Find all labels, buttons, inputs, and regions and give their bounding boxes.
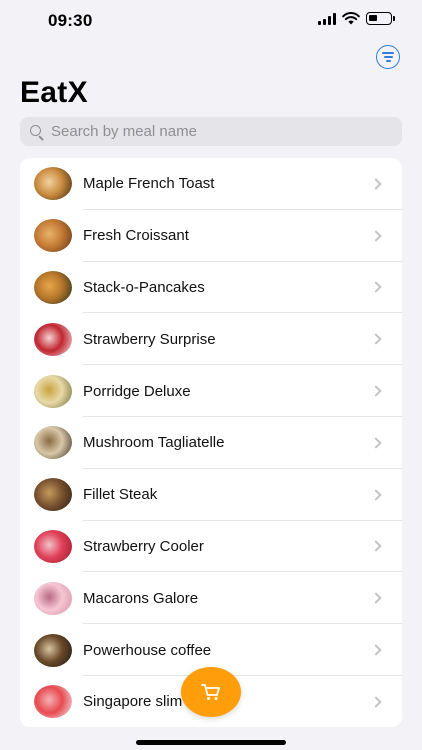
page-title: EatX bbox=[20, 76, 88, 109]
battery-icon bbox=[366, 12, 395, 25]
meal-thumbnail bbox=[34, 219, 72, 253]
chevron-right-icon bbox=[370, 540, 382, 553]
chevron-right-icon bbox=[370, 644, 382, 656]
cellular-signal-icon bbox=[318, 12, 336, 25]
meal-thumbnail bbox=[34, 374, 72, 408]
meal-name: Fresh Croissant bbox=[83, 227, 189, 245]
chevron-right-icon bbox=[370, 489, 382, 501]
filter-button[interactable] bbox=[376, 45, 400, 69]
meal-row[interactable]: Maple French Toast bbox=[20, 158, 402, 210]
meal-thumbnail bbox=[34, 322, 72, 356]
meal-name: Strawberry Surprise bbox=[83, 330, 216, 348]
home-indicator bbox=[136, 740, 286, 745]
cart-icon bbox=[201, 684, 220, 700]
chevron-right-icon bbox=[370, 333, 382, 345]
meal-name: Mushroom Tagliatelle bbox=[83, 434, 225, 452]
status-icons bbox=[318, 12, 395, 25]
wifi-icon bbox=[342, 12, 360, 25]
search-input[interactable] bbox=[51, 123, 381, 140]
meal-row[interactable]: Fresh Croissant bbox=[20, 210, 402, 262]
chevron-right-icon bbox=[370, 178, 382, 190]
meal-name: Macarons Galore bbox=[83, 589, 199, 607]
meal-name: Powerhouse coffee bbox=[83, 641, 212, 659]
meal-name: Maple French Toast bbox=[83, 175, 215, 193]
meal-name: Porridge Deluxe bbox=[83, 382, 191, 400]
filter-icon bbox=[382, 52, 394, 55]
meal-thumbnail bbox=[34, 581, 72, 615]
chevron-right-icon bbox=[370, 437, 382, 449]
meal-thumbnail bbox=[34, 167, 72, 201]
meal-name: Stack-o-Pancakes bbox=[83, 278, 205, 296]
chevron-right-icon bbox=[370, 230, 382, 242]
status-bar: 09:30 bbox=[0, 0, 422, 44]
meal-thumbnail bbox=[34, 478, 72, 512]
meal-thumbnail bbox=[34, 426, 72, 460]
chevron-right-icon bbox=[370, 281, 382, 294]
meal-row[interactable]: Fillet Steak bbox=[20, 469, 402, 521]
search-bar[interactable] bbox=[20, 117, 402, 146]
meal-row[interactable]: Macarons Galore bbox=[20, 572, 402, 624]
app-screen: 09:30 EatX Maple French Toast Fresh Crois… bbox=[0, 0, 422, 750]
meal-list: Maple French Toast Fresh Croissant Stack-o… bbox=[20, 158, 402, 727]
meal-row[interactable]: Strawberry Surprise bbox=[20, 313, 402, 365]
search-icon bbox=[29, 124, 45, 141]
meal-name: Fillet Steak bbox=[83, 486, 158, 504]
chevron-right-icon bbox=[370, 385, 382, 397]
meal-row[interactable]: Strawberry Cooler bbox=[20, 521, 402, 573]
meal-row[interactable]: Mushroom Tagliatelle bbox=[20, 417, 402, 469]
status-time: 09:30 bbox=[48, 11, 93, 30]
meal-thumbnail bbox=[34, 270, 72, 304]
meal-row[interactable]: Porridge Deluxe bbox=[20, 365, 402, 417]
meal-name: Strawberry Cooler bbox=[83, 537, 204, 555]
chevron-right-icon bbox=[370, 592, 382, 604]
meal-thumbnail bbox=[34, 685, 72, 719]
cart-button[interactable] bbox=[181, 667, 241, 717]
chevron-right-icon bbox=[370, 696, 382, 708]
meal-row[interactable]: Stack-o-Pancakes bbox=[20, 262, 402, 314]
meal-thumbnail bbox=[34, 529, 72, 563]
meal-thumbnail bbox=[34, 633, 72, 667]
